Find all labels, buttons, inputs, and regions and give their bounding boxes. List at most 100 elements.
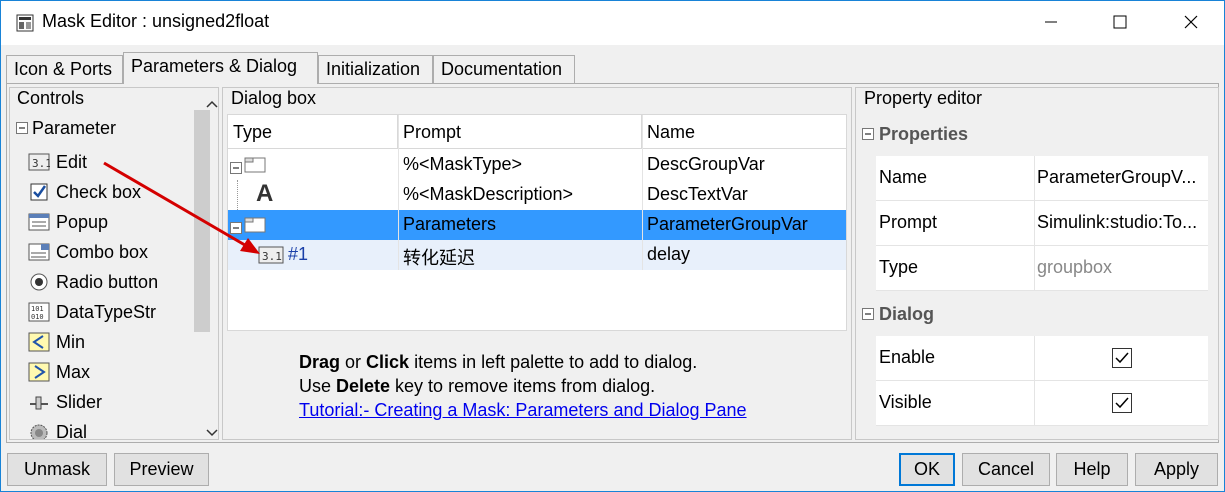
palette-item-label: Slider [56,391,103,412]
svg-text:3.1: 3.1 [32,157,50,170]
column-header-name[interactable]: Name [642,115,846,149]
app-icon [16,14,34,32]
row-prompt: %<MaskType> [403,154,523,174]
enable-checkbox[interactable] [1112,348,1132,368]
edit-icon: 3.1 [28,151,50,173]
property-key: Enable [879,347,936,367]
datatype-icon: 101 010 [28,301,50,323]
scroll-down-icon[interactable] [206,422,218,439]
tab-documentation[interactable]: Documentation [433,55,575,83]
close-icon [1184,13,1198,34]
ok-button[interactable]: OK [899,453,955,486]
hint-line-1: Drag or Click items in left palette to a… [299,352,698,372]
property-row-enable: Enable [876,336,1208,381]
column-divider [1034,336,1035,381]
controls-title: Controls [17,88,85,108]
tree-row[interactable]: 3.1 #1 转化延迟 delay [228,240,846,270]
column-divider [1034,201,1035,246]
combobox-icon [28,241,50,263]
dialog-tree-grid: Type Prompt Name %<MaskType> DescGroupVa… [227,114,847,331]
title-bar[interactable]: Mask Editor : unsigned2float [1,1,1224,45]
tree-row-selected[interactable]: Parameters ParameterGroupVar [228,210,846,240]
palette-item-label: Min [56,331,86,352]
palette-item-min[interactable]: Min [28,329,85,355]
tab-parameters-dialog[interactable]: Parameters & Dialog [123,52,318,84]
property-row-name[interactable]: Name ParameterGroupV... [876,156,1208,201]
check-icon [1115,397,1129,409]
collapse-icon[interactable] [16,118,28,139]
property-key: Prompt [879,212,938,232]
palette-item-label: Radio button [56,271,159,292]
help-button[interactable]: Help [1056,453,1128,486]
row-name: delay [647,244,691,264]
max-icon [28,361,50,383]
palette-item-popup[interactable]: Popup [28,209,108,235]
controls-palette: Controls Parameter 3.1 Edit Check box Po… [9,87,219,440]
palette-item-radio[interactable]: Radio button [28,269,158,295]
collapse-icon[interactable] [862,124,874,144]
row-name: DescGroupVar [647,154,765,174]
row-prompt: 转化延迟 [403,248,475,268]
palette-item-label: Dial [56,421,88,440]
dialog-section-header[interactable]: Dialog [862,304,934,325]
dialog-box-title: Dialog box [231,88,317,108]
properties-table: Name ParameterGroupV... Prompt Simulink:… [876,156,1208,291]
column-divider [1034,156,1035,201]
unmask-button[interactable]: Unmask [7,453,107,486]
tab-initialization[interactable]: Initialization [318,55,433,83]
palette-item-max[interactable]: Max [28,359,90,385]
min-icon [28,331,50,353]
minimize-button[interactable] [1027,1,1075,45]
dialog-section-label: Dialog [879,304,935,324]
tree-row[interactable]: %<MaskType> DescGroupVar [228,150,846,180]
parameter-group-label: Parameter [32,118,117,138]
preview-button[interactable]: Preview [114,453,209,486]
row-name: DescTextVar [647,184,748,204]
dial-icon [28,421,50,439]
row-type: #1 [288,244,309,264]
tab-icon-ports[interactable]: Icon & Ports [6,55,123,83]
properties-section-label: Properties [879,124,969,144]
svg-text:101: 101 [31,305,44,313]
property-key: Name [879,167,928,187]
column-divider [1034,246,1035,291]
minimize-icon [1044,13,1058,34]
column-header-type[interactable]: Type [228,115,398,149]
close-button[interactable] [1167,1,1215,45]
palette-item-slider[interactable]: Slider [28,389,102,415]
property-value[interactable]: ParameterGroupV... [1037,167,1207,188]
drag-arrow [103,161,260,254]
property-value[interactable]: Simulink:studio:To... [1037,212,1207,233]
palette-item-label: Edit [56,151,88,172]
row-prompt: Parameters [403,214,497,234]
slider-icon [28,391,50,413]
visible-checkbox[interactable] [1112,393,1132,413]
property-row-type[interactable]: Type groupbox [876,246,1208,291]
svg-text:010: 010 [31,313,44,321]
palette-item-datatypestr[interactable]: 101 010 DataTypeStr [28,299,156,325]
properties-section-header[interactable]: Properties [862,124,968,145]
window-title: Mask Editor : unsigned2float [42,11,270,31]
column-header-prompt[interactable]: Prompt [398,115,642,149]
property-key: Visible [879,392,932,412]
tutorial-link[interactable]: Tutorial:- Creating a Mask: Parameters a… [299,400,747,420]
row-prompt: %<MaskDescription> [403,184,574,204]
apply-button[interactable]: Apply [1135,453,1218,486]
parameter-group-header[interactable]: Parameter [16,118,116,139]
property-editor-title: Property editor [864,88,983,108]
property-value: groupbox [1037,257,1113,277]
hint-line-2: Use Delete key to remove items from dial… [299,376,656,396]
property-row-prompt[interactable]: Prompt Simulink:studio:To... [876,201,1208,246]
column-divider [398,115,399,270]
collapse-icon[interactable] [862,304,874,324]
radio-icon [28,271,50,293]
palette-item-dial[interactable]: Dial [28,419,88,440]
tree-row[interactable]: A %<MaskDescription> DescTextVar [228,180,846,210]
row-name: ParameterGroupVar [647,214,808,234]
maximize-button[interactable] [1096,1,1144,45]
property-key: Type [879,257,919,277]
property-row-visible: Visible [876,381,1208,426]
column-divider [642,115,643,270]
cancel-button[interactable]: Cancel [962,453,1050,486]
palette-item-edit[interactable]: 3.1 Edit [28,149,87,175]
